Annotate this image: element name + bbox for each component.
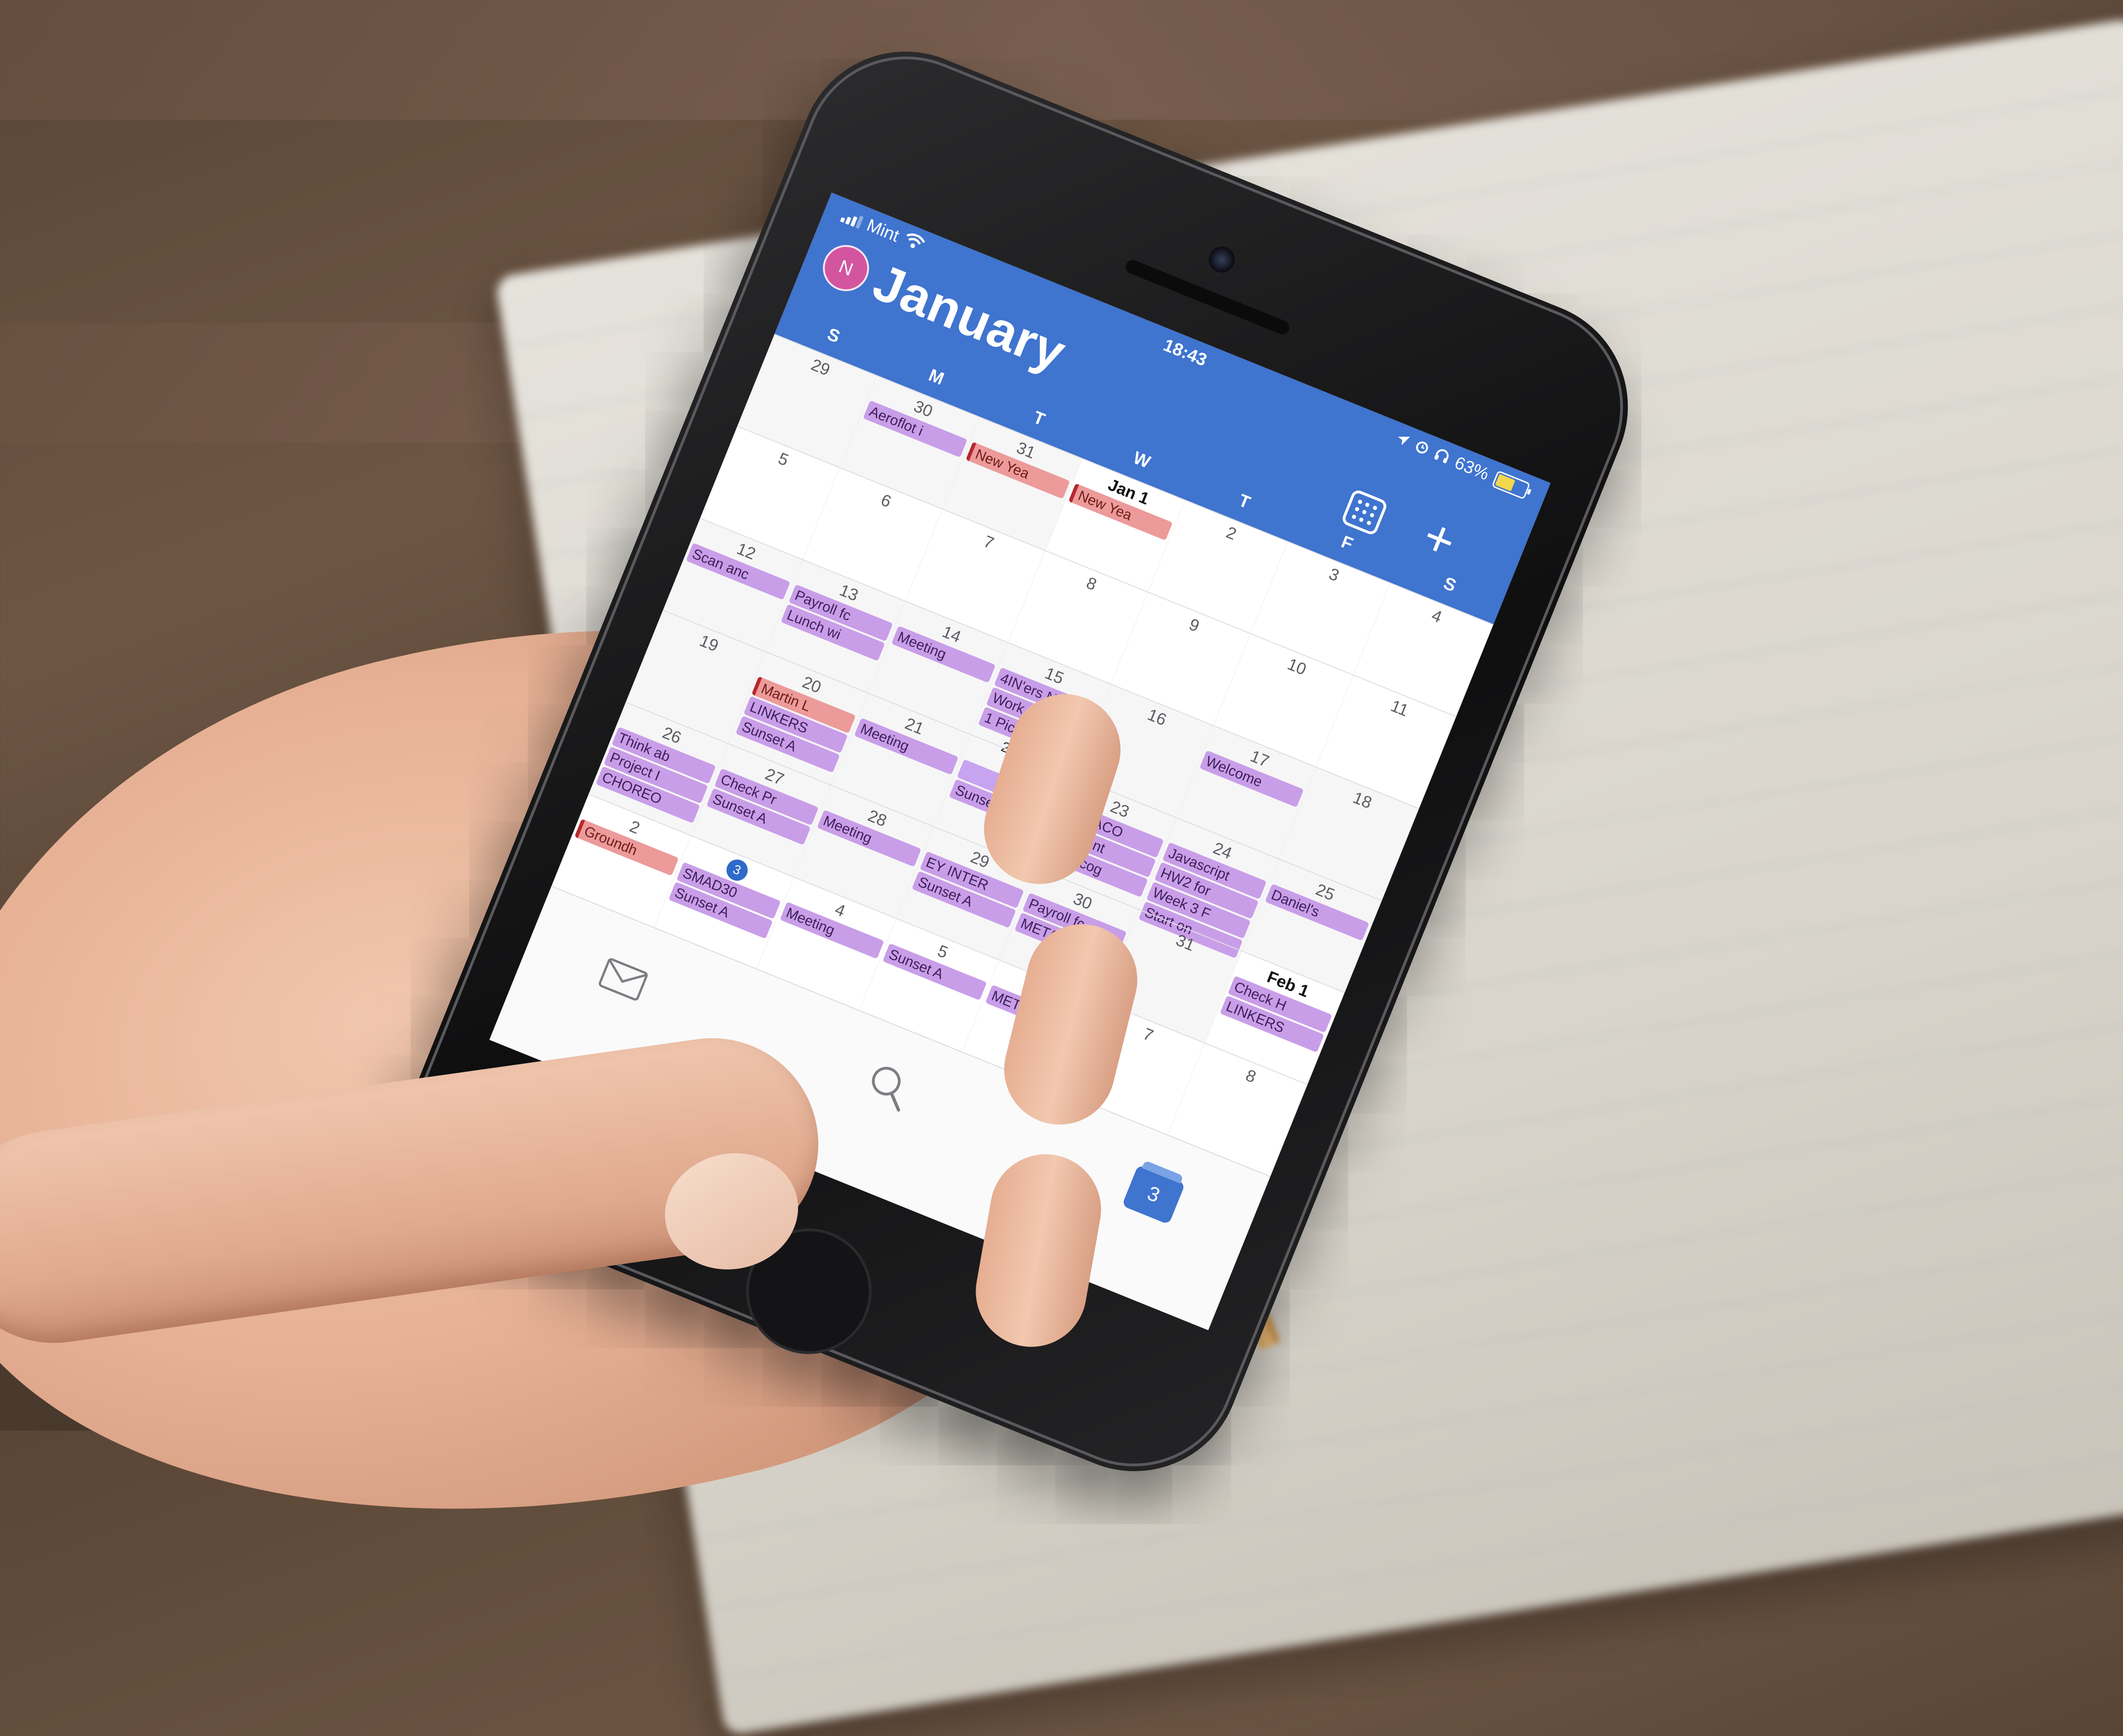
mail-icon [596,956,650,1005]
add-event-button[interactable]: + [1415,507,1464,571]
account-avatar[interactable]: N [816,238,876,299]
tab-search[interactable] [846,1045,930,1129]
battery-icon [1491,470,1531,500]
battery-percent: 63% [1451,453,1492,485]
alarm-icon [1411,437,1432,461]
search-icon [861,1060,916,1116]
tab-calendar[interactable]: 3 [1111,1153,1195,1237]
view-switcher-button[interactable] [1340,488,1389,537]
tab-mail[interactable] [581,938,665,1022]
battery-fill [1495,473,1516,491]
headphones-icon [1431,445,1452,469]
calendar-tab-badge: 3 [1144,1182,1163,1207]
calendar-icon: 3 [1121,1164,1186,1225]
